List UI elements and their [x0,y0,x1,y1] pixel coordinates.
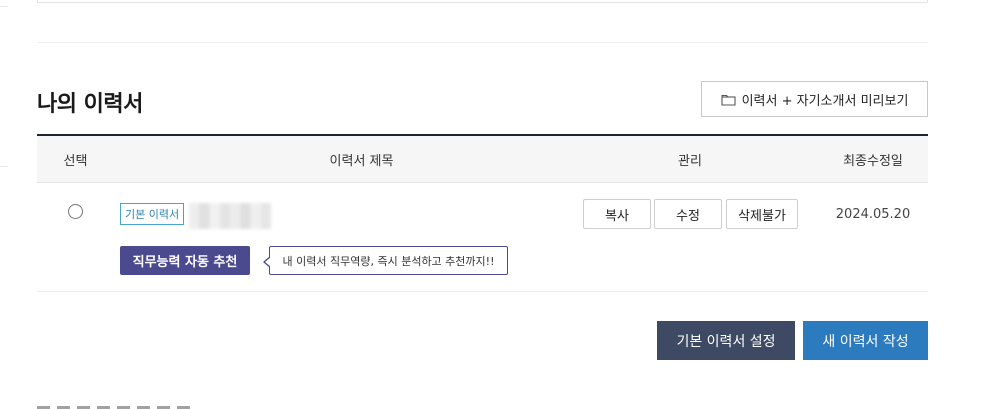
resume-table: 선택 이력서 제목 관리 최종수정일 기본 이력서 직무능력 자동 추천 내 이… [37,134,928,292]
previous-section-box [37,0,928,3]
resume-select-radio[interactable] [68,204,83,219]
folder-icon [721,93,736,106]
default-resume-badge: 기본 이력서 [120,203,185,225]
copy-button[interactable]: 복사 [583,199,651,229]
table-header: 선택 이력서 제목 관리 최종수정일 [37,134,928,183]
edit-button[interactable]: 수정 [654,199,722,229]
resume-preview-label: 이력서 + 자기소개서 미리보기 [741,93,909,109]
header-select: 선택 [63,154,88,169]
set-default-resume-button[interactable]: 기본 이력서 설정 [657,321,795,360]
side-divider [0,6,8,7]
header-manage: 관리 [678,154,702,169]
new-resume-button[interactable]: 새 이력서 작성 [803,321,928,360]
header-updated: 최종수정일 [843,154,903,169]
table-row: 기본 이력서 직무능력 자동 추천 내 이력서 직무역량, 즉시 분석하고 추천… [37,183,928,292]
header-title: 이력서 제목 [329,154,394,169]
delete-disabled-button[interactable]: 삭제불가 [726,199,798,229]
side-divider [0,166,8,167]
last-updated-date: 2024.05.20 [835,206,911,222]
resume-title-redacted[interactable] [189,203,271,229]
resume-preview-button[interactable]: 이력서 + 자기소개서 미리보기 [701,81,928,117]
resume-page: 나의 이력서 이력서 + 자기소개서 미리보기 선택 이력서 제목 관리 최종수… [0,0,1000,409]
tooltip-text: 내 이력서 직무역량, 즉시 분석하고 추천까지!! [282,254,495,268]
next-section-title-cutoff [37,401,197,409]
section-divider [37,42,928,43]
ai-skill-recommend-button[interactable]: 직무능력 자동 추천 [120,246,250,275]
section-title: 나의 이력서 [37,92,143,117]
ai-recommend-tooltip: 내 이력서 직무역량, 즉시 분석하고 추천까지!! [263,246,508,275]
